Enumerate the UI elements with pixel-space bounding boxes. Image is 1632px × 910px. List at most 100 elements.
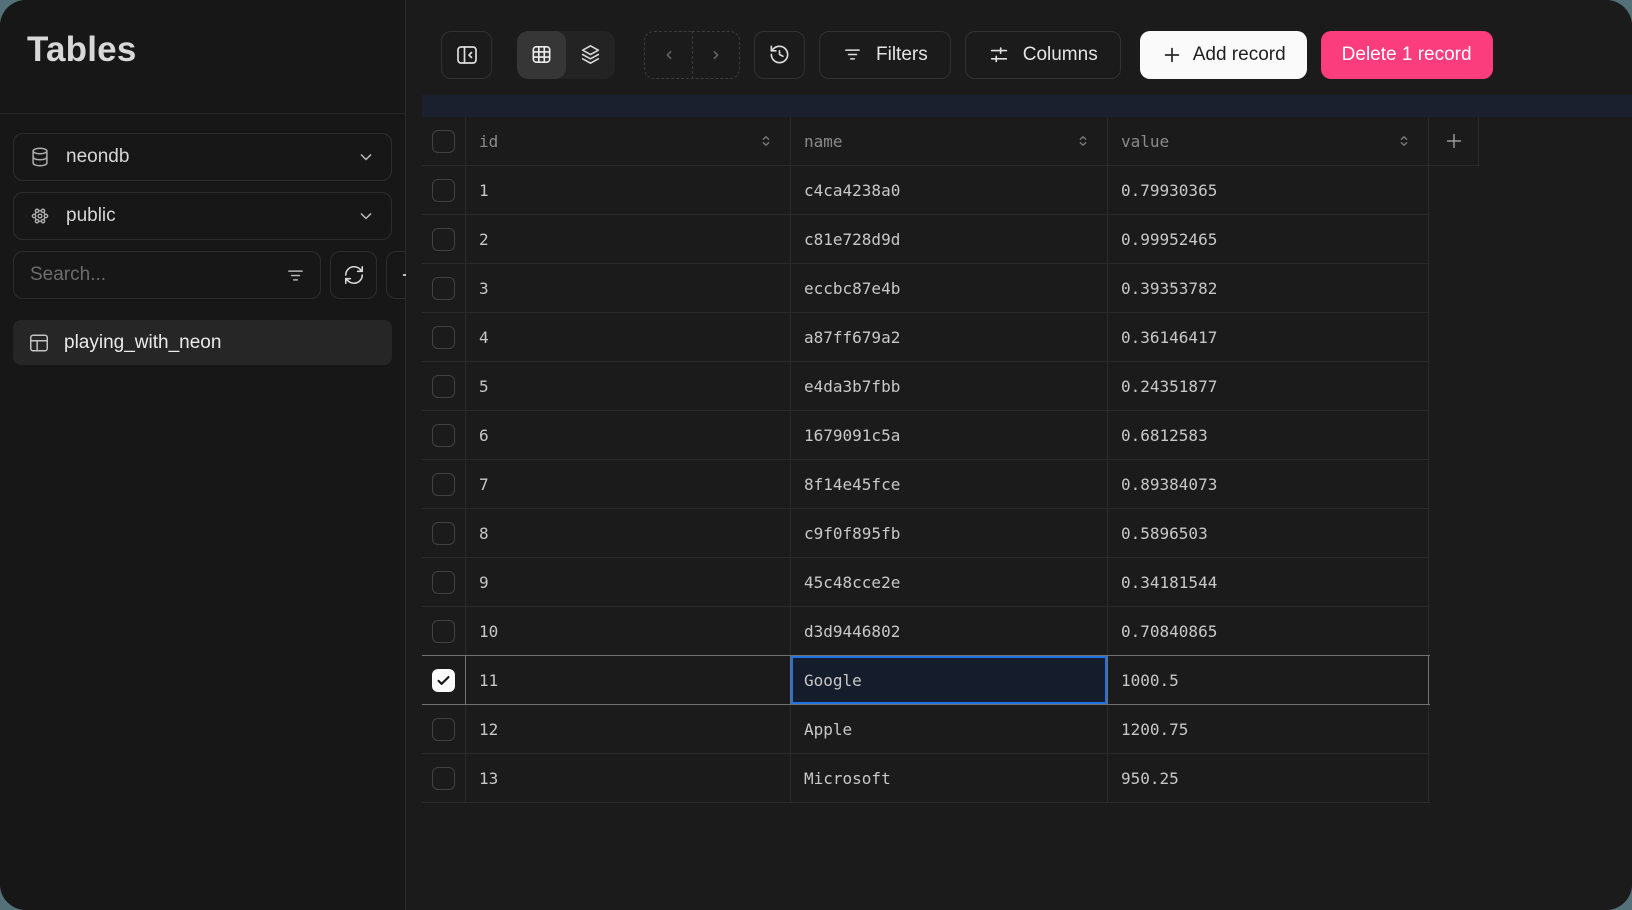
select-all-checkbox[interactable] xyxy=(432,130,455,153)
cell-id[interactable]: 4 xyxy=(466,313,791,361)
column-header-label: id xyxy=(479,132,498,151)
cell-id[interactable]: 13 xyxy=(466,754,791,802)
chevron-down-icon xyxy=(356,147,376,167)
cell-value[interactable]: 0.39353782 xyxy=(1108,264,1429,312)
filter-lines-icon xyxy=(285,265,306,286)
columns-button[interactable]: Columns xyxy=(965,31,1121,79)
delete-record-button-label: Delete 1 record xyxy=(1342,44,1472,66)
history-icon xyxy=(768,43,791,66)
cell-name[interactable]: 1679091c5a xyxy=(791,411,1108,459)
cell-id[interactable]: 9 xyxy=(466,558,791,606)
sliders-icon xyxy=(988,44,1010,66)
cell-id[interactable]: 10 xyxy=(466,607,791,655)
next-page-button[interactable] xyxy=(692,31,740,79)
database-selector[interactable]: neondb xyxy=(13,133,392,181)
sidebar-item-playing-with-neon[interactable]: playing_with_neon xyxy=(13,320,392,365)
cell-name[interactable]: d3d9446802 xyxy=(791,607,1108,655)
toolbar: Filters Columns Add record Delete 1 reco… xyxy=(406,0,1632,95)
select-all-cell xyxy=(422,117,466,165)
cell-id[interactable]: 2 xyxy=(466,215,791,263)
table-row: 3eccbc87e4b0.39353782 xyxy=(422,264,1430,313)
cell-value[interactable]: 0.89384073 xyxy=(1108,460,1429,508)
sort-icon xyxy=(757,132,775,150)
cell-id[interactable]: 5 xyxy=(466,362,791,410)
sidebar-header: Tables xyxy=(0,0,405,114)
cell-name[interactable]: Apple xyxy=(791,705,1108,753)
cell-value[interactable]: 1000.5 xyxy=(1108,656,1429,704)
delete-record-button[interactable]: Delete 1 record xyxy=(1321,31,1493,79)
column-header-id[interactable]: id xyxy=(466,117,791,165)
row-checkbox-cell xyxy=(422,411,466,459)
cell-name[interactable]: 45c48cce2e xyxy=(791,558,1108,606)
row-checkbox[interactable] xyxy=(432,424,455,447)
row-checkbox-cell xyxy=(422,509,466,557)
cell-value[interactable]: 0.36146417 xyxy=(1108,313,1429,361)
cell-value[interactable]: 0.99952465 xyxy=(1108,215,1429,263)
table-body: 1c4ca4238a00.799303652c81e728d9d0.999524… xyxy=(422,166,1632,803)
schema-selector-value: public xyxy=(66,205,341,227)
cell-id[interactable]: 12 xyxy=(466,705,791,753)
cell-name[interactable]: e4da3b7fbb xyxy=(791,362,1108,410)
table-row: 10d3d94468020.70840865 xyxy=(422,607,1430,656)
cell-id[interactable]: 6 xyxy=(466,411,791,459)
row-checkbox[interactable] xyxy=(432,179,455,202)
row-checkbox[interactable] xyxy=(432,522,455,545)
row-checkbox-checked[interactable] xyxy=(432,669,455,692)
search-input[interactable] xyxy=(28,263,277,287)
history-button[interactable] xyxy=(754,31,805,79)
cell-id[interactable]: 3 xyxy=(466,264,791,312)
cell-name[interactable]: c4ca4238a0 xyxy=(791,166,1108,214)
row-checkbox[interactable] xyxy=(432,375,455,398)
table-row: 2c81e728d9d0.99952465 xyxy=(422,215,1430,264)
cell-value[interactable]: 0.5896503 xyxy=(1108,509,1429,557)
row-checkbox[interactable] xyxy=(432,473,455,496)
add-record-button[interactable]: Add record xyxy=(1140,31,1307,79)
cell-id[interactable]: 1 xyxy=(466,166,791,214)
row-checkbox[interactable] xyxy=(432,620,455,643)
cell-name[interactable]: Microsoft xyxy=(791,754,1108,802)
sidebar: Tables neondb public xyxy=(0,0,406,910)
cell-value[interactable]: 0.70840865 xyxy=(1108,607,1429,655)
row-checkbox-cell xyxy=(422,215,466,263)
prev-page-button[interactable] xyxy=(644,31,692,79)
cell-value[interactable]: 0.34181544 xyxy=(1108,558,1429,606)
cell-value[interactable]: 950.25 xyxy=(1108,754,1429,802)
refresh-button[interactable] xyxy=(330,251,377,299)
cell-value[interactable]: 0.79930365 xyxy=(1108,166,1429,214)
cell-id[interactable]: 11 xyxy=(466,656,791,704)
refresh-icon xyxy=(343,264,365,286)
collapse-sidebar-button[interactable] xyxy=(441,31,492,79)
grid-view-button[interactable] xyxy=(517,31,566,79)
cell-name[interactable]: Google xyxy=(791,656,1108,704)
cell-name[interactable]: c81e728d9d xyxy=(791,215,1108,263)
cell-name[interactable]: c9f0f895fb xyxy=(791,509,1108,557)
column-header-name[interactable]: name xyxy=(791,117,1108,165)
cell-id[interactable]: 7 xyxy=(466,460,791,508)
row-checkbox[interactable] xyxy=(432,228,455,251)
schema-selector[interactable]: public xyxy=(13,192,392,240)
add-column-button[interactable] xyxy=(1429,117,1479,165)
column-header-value[interactable]: value xyxy=(1108,117,1429,165)
cell-value[interactable]: 0.24351877 xyxy=(1108,362,1429,410)
cell-value[interactable]: 0.6812583 xyxy=(1108,411,1429,459)
main-area: Filters Columns Add record Delete 1 reco… xyxy=(406,0,1632,910)
table-row: 11Google1000.5 xyxy=(422,656,1430,705)
row-checkbox[interactable] xyxy=(432,767,455,790)
search-row xyxy=(13,251,392,299)
layers-view-button[interactable] xyxy=(566,31,615,79)
cell-name[interactable]: 8f14e45fce xyxy=(791,460,1108,508)
cell-id[interactable]: 8 xyxy=(466,509,791,557)
cell-name[interactable]: eccbc87e4b xyxy=(791,264,1108,312)
database-icon xyxy=(29,146,51,168)
filters-button[interactable]: Filters xyxy=(819,31,951,79)
cell-name[interactable]: a87ff679a2 xyxy=(791,313,1108,361)
row-checkbox[interactable] xyxy=(432,326,455,349)
column-header-label: value xyxy=(1121,132,1169,151)
cell-value[interactable]: 1200.75 xyxy=(1108,705,1429,753)
table-search[interactable] xyxy=(13,251,321,299)
row-checkbox[interactable] xyxy=(432,277,455,300)
table-row: 61679091c5a0.6812583 xyxy=(422,411,1430,460)
table-row: 4a87ff679a20.36146417 xyxy=(422,313,1430,362)
row-checkbox[interactable] xyxy=(432,571,455,594)
row-checkbox[interactable] xyxy=(432,718,455,741)
